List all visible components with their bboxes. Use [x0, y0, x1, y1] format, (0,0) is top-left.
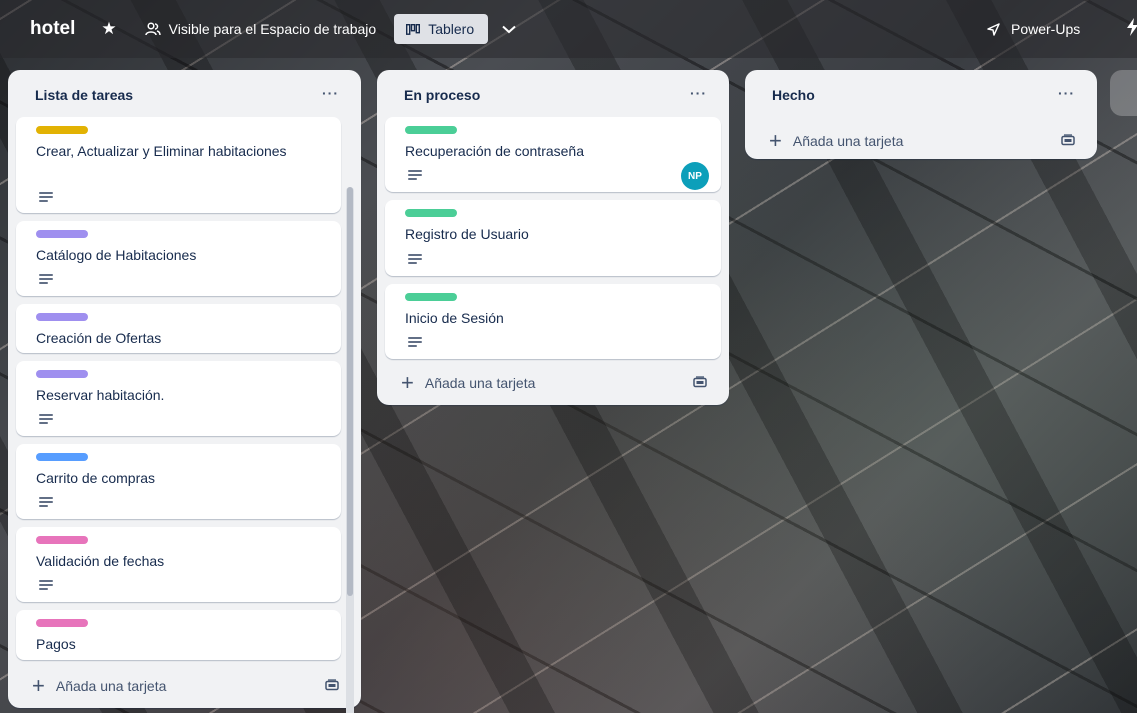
more-options-icon[interactable]: ··· [1058, 86, 1075, 100]
card[interactable]: Validación de fechas [16, 527, 341, 602]
description-icon [408, 254, 422, 264]
list-title[interactable]: Hecho [772, 87, 815, 103]
chevron-down-icon[interactable] [494, 13, 524, 45]
card[interactable]: Pagos [16, 610, 341, 660]
rocket-icon [987, 22, 1000, 36]
card[interactable]: Reservar habitación. [16, 361, 341, 436]
card[interactable]: Carrito de compras [16, 444, 341, 519]
card-title: Crear, Actualizar y Eliminar habitacione… [36, 143, 287, 159]
visibility-label: Visible para el Espacio de trabajo [168, 21, 377, 37]
card-label[interactable] [36, 536, 88, 544]
people-icon [144, 22, 161, 36]
list-header: Lista de tareas ··· [8, 70, 361, 120]
description-icon [39, 497, 53, 507]
card[interactable]: Catálogo de Habitaciones [16, 221, 341, 296]
add-card-label: Añada una tarjeta [55, 678, 167, 694]
card-title: Recuperación de contraseña [405, 143, 585, 159]
template-icon[interactable] [325, 679, 339, 691]
description-icon [39, 274, 53, 284]
card-label[interactable] [405, 209, 457, 217]
card-title: Registro de Usuario [405, 226, 529, 242]
card-title: Pagos [36, 636, 76, 652]
card-label[interactable] [405, 126, 457, 134]
star-icon[interactable]: ★ [93, 13, 124, 45]
card-title: Creación de Ofertas [36, 330, 162, 346]
list-en-proceso: En proceso ··· Recuperación de contraseñ… [377, 70, 729, 405]
add-list-button[interactable] [1110, 70, 1137, 116]
description-icon [39, 192, 53, 202]
more-options-icon[interactable]: ··· [322, 86, 339, 100]
board-view-icon [406, 23, 421, 35]
card-title: Catálogo de Habitaciones [36, 247, 197, 263]
visibility-button[interactable]: Visible para el Espacio de trabajo [137, 13, 385, 45]
plus-icon: + [401, 370, 414, 395]
description-icon [408, 337, 422, 347]
list-hecho: Hecho ··· + Añada una tarjeta [745, 70, 1097, 159]
card-label[interactable] [36, 230, 88, 238]
view-label: Tablero [428, 21, 475, 37]
template-icon[interactable] [1061, 134, 1075, 146]
list-header: En proceso ··· [377, 70, 729, 120]
list-header: Hecho ··· [745, 70, 1097, 120]
card-title: Inicio de Sesión [405, 310, 504, 326]
template-icon[interactable] [693, 376, 707, 388]
add-card-button[interactable]: + Añada una tarjeta [20, 670, 349, 702]
lightning-icon[interactable] [1126, 18, 1137, 38]
description-icon [39, 580, 53, 590]
card[interactable]: Inicio de Sesión [385, 284, 721, 359]
description-icon [408, 170, 422, 180]
add-card-label: Añada una tarjeta [792, 133, 904, 149]
plus-icon: + [32, 673, 45, 698]
avatar[interactable]: NP [681, 162, 709, 190]
card-label[interactable] [36, 313, 88, 321]
card-label[interactable] [36, 453, 88, 461]
card-title: Reservar habitación. [36, 387, 165, 403]
view-switcher-button[interactable]: Tablero [394, 14, 489, 44]
scrollbar-thumb[interactable] [347, 187, 353, 596]
card-title: Carrito de compras [36, 470, 156, 486]
list-title[interactable]: Lista de tareas [35, 87, 133, 103]
card-label[interactable] [36, 126, 88, 134]
add-card-button[interactable]: + Añada una tarjeta [757, 125, 1085, 157]
board-header: hotel ★ Visible para el Espacio de traba… [0, 0, 1137, 58]
card-label[interactable] [36, 370, 88, 378]
plus-icon: + [769, 128, 782, 153]
powerups-button[interactable]: Power-Ups [978, 13, 1088, 45]
add-card-button[interactable]: + Añada una tarjeta [389, 367, 717, 399]
card[interactable]: Registro de Usuario [385, 200, 721, 276]
board-title[interactable]: hotel [30, 18, 75, 40]
card-label[interactable] [405, 293, 457, 301]
list-title[interactable]: En proceso [404, 87, 480, 103]
more-options-icon[interactable]: ··· [690, 86, 707, 100]
add-card-label: Añada una tarjeta [424, 375, 536, 391]
card-title: Validación de fechas [36, 553, 165, 569]
card[interactable]: Crear, Actualizar y Eliminar habitacione… [16, 117, 341, 213]
scrollbar[interactable] [346, 187, 354, 713]
card-label[interactable] [36, 619, 88, 627]
description-icon [39, 414, 53, 424]
card[interactable]: Recuperación de contraseña NP [385, 117, 721, 192]
powerups-label: Power-Ups [1011, 21, 1081, 37]
list-lista-de-tareas: Lista de tareas ··· Crear, Actualizar y … [8, 70, 361, 713]
card[interactable]: Creación de Ofertas [16, 304, 341, 353]
